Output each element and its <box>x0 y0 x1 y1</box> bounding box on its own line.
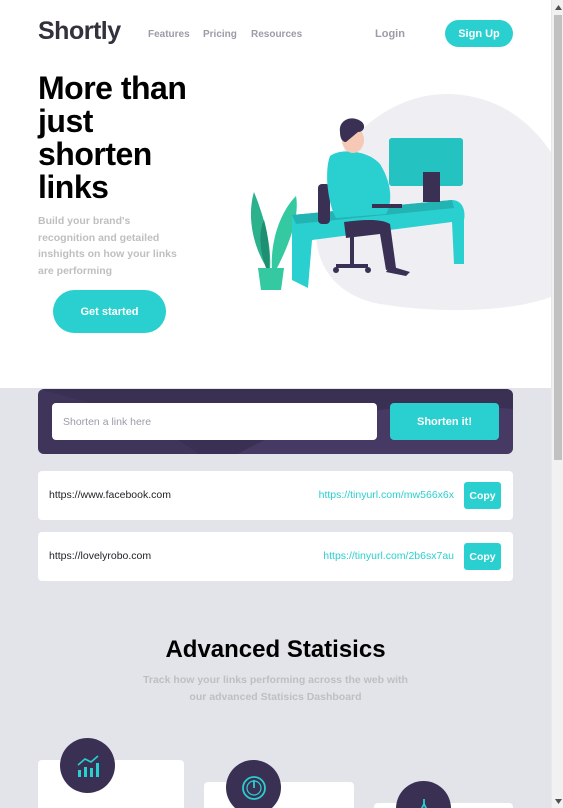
bar-chart-icon <box>60 738 115 793</box>
nav-resources[interactable]: Resources <box>251 29 302 40</box>
original-url: https://lovelyrobo.com <box>49 550 152 562</box>
login-link[interactable]: Login <box>375 28 405 40</box>
link-input-placeholder: Shorten a link here <box>63 415 152 428</box>
vertical-scrollbar[interactable] <box>551 0 563 808</box>
scrollbar-thumb[interactable] <box>554 15 562 460</box>
sign-up-button[interactable]: Sign Up <box>445 20 513 47</box>
scroll-down-arrow-icon[interactable] <box>552 794 563 808</box>
result-row: https://lovelyrobo.com https://tinyurl.c… <box>38 532 513 581</box>
stats-title: Advanced Statisics <box>165 636 386 663</box>
copy-button[interactable]: Copy <box>464 543 501 570</box>
get-started-button[interactable]: Get started <box>53 290 166 333</box>
scroll-up-arrow-icon[interactable] <box>552 0 563 14</box>
nav-pricing[interactable]: Pricing <box>203 29 237 40</box>
shorten-button[interactable]: Shorten it! <box>390 403 499 440</box>
nav-features[interactable]: Features <box>148 29 190 40</box>
site-header: Shortly Features Pricing Resources Login… <box>0 0 551 70</box>
shorten-form: Shorten a link here Shorten it! <box>38 389 513 454</box>
hero-title: More than just shorten links <box>38 70 187 205</box>
short-url[interactable]: https://tinyurl.com/mw566x6x <box>319 489 454 501</box>
link-input[interactable]: Shorten a link here <box>52 403 377 440</box>
copy-button[interactable]: Copy <box>464 482 501 509</box>
logo[interactable]: Shortly <box>38 17 121 46</box>
stats-subtitle: Track how your links performing across t… <box>143 674 408 703</box>
working-illustration <box>250 93 551 311</box>
short-url[interactable]: https://tinyurl.com/2b6sx7au <box>323 550 454 562</box>
result-row: https://www.facebook.com https://tinyurl… <box>38 471 513 520</box>
gauge-icon <box>226 760 281 808</box>
original-url: https://www.facebook.com <box>49 489 171 501</box>
hero-subtitle: Build your brand's recognition and getai… <box>38 215 177 277</box>
